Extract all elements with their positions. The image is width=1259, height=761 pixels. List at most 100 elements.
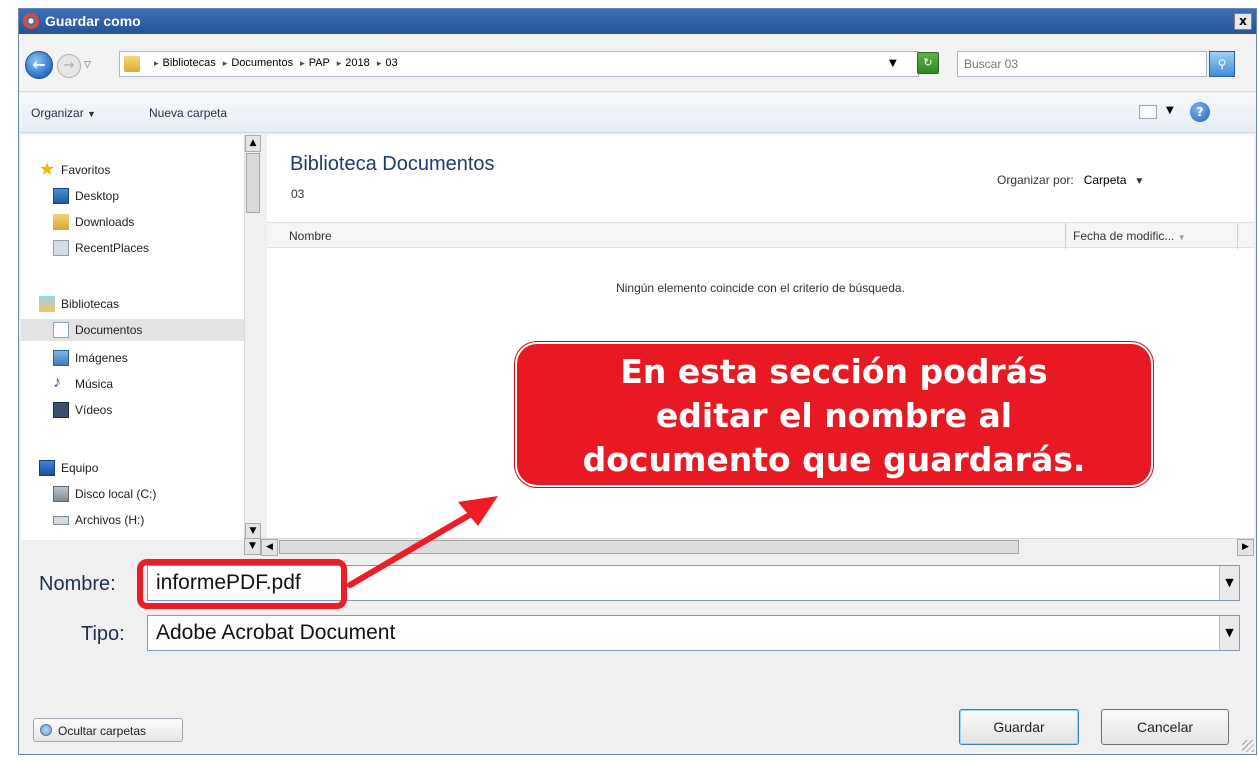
scroll-down-icon[interactable]: ▼	[244, 538, 261, 555]
address-bar[interactable]: ▸ Bibliotecas ▸ Documentos ▸ PAP ▸ 2018 ▸ 03	[119, 51, 919, 77]
sidebar-item-label: RecentPlaces	[75, 241, 150, 255]
recent-pages-dropdown[interactable]: ▽	[84, 60, 91, 70]
resize-grip-icon[interactable]	[1242, 740, 1254, 752]
chevron-down-icon: ▼	[87, 109, 96, 119]
sidebar-item-label: Disco local (C:)	[75, 487, 157, 501]
crumb-2018[interactable]: 2018	[345, 57, 369, 69]
desktop-icon	[53, 188, 69, 204]
navigation-pane: ★ Favoritos Desktop Downloads RecentPlac…	[21, 135, 261, 540]
downloads-folder-icon	[53, 214, 69, 230]
libraries-icon	[39, 296, 55, 312]
scroll-left-icon[interactable]: ◀	[261, 539, 278, 556]
column-header-name[interactable]: Nombre	[289, 229, 332, 243]
window-title: Guardar como	[45, 13, 141, 29]
library-title: Biblioteca Documentos	[290, 153, 495, 175]
pictures-icon	[53, 350, 69, 366]
sidebar-item-favoritos[interactable]: ★ Favoritos	[21, 159, 259, 181]
arrange-by-control[interactable]: Organizar por: Carpeta ▼	[997, 173, 1144, 187]
organize-label: Organizar	[31, 106, 84, 120]
refresh-button[interactable]: ↻	[917, 52, 939, 74]
column-divider[interactable]	[1237, 223, 1238, 249]
sidebar-item-label: Favoritos	[61, 163, 111, 177]
back-button[interactable]: ←	[25, 51, 53, 79]
sidebar-item-imagenes[interactable]: Imágenes	[21, 347, 259, 369]
collapse-icon	[40, 724, 52, 736]
filename-label: Nombre:	[39, 573, 116, 595]
star-icon: ★	[39, 159, 56, 179]
chevron-down-icon: ▼	[1177, 233, 1186, 242]
horizontal-scrollbar[interactable]: ◀ ▶	[261, 538, 1254, 556]
documents-icon	[53, 322, 69, 338]
organize-menu[interactable]: Organizar ▼	[31, 106, 96, 120]
sidebar-item-label: Downloads	[75, 215, 135, 229]
sidebar-item-label: Bibliotecas	[61, 297, 120, 311]
scroll-right-icon[interactable]: ▶	[1237, 539, 1254, 556]
address-dropdown[interactable]: ▼	[889, 58, 897, 69]
filetype-label: Tipo:	[81, 623, 125, 645]
sidebar-item-label: Imágenes	[75, 351, 128, 365]
chevron-down-icon: ▼	[1134, 176, 1145, 187]
sidebar-item-recentplaces[interactable]: RecentPlaces	[21, 237, 259, 259]
sidebar-item-archivos[interactable]: Archivos (H:)	[21, 509, 259, 531]
computer-icon	[39, 460, 55, 476]
annotation-line-2: editar el nombre al	[655, 396, 1013, 435]
search-icon[interactable]: ⚲	[1209, 51, 1235, 77]
column-header-row: Nombre Fecha de modific... ▼	[267, 222, 1254, 249]
sidebar-item-bibliotecas[interactable]: Bibliotecas	[21, 293, 259, 315]
recent-places-icon	[53, 240, 69, 256]
filetype-value[interactable]	[148, 616, 1218, 650]
cancel-button[interactable]: Cancelar	[1101, 709, 1229, 745]
command-bar: Organizar ▼ Nueva carpeta ▼ ?	[19, 93, 1256, 133]
hide-folders-button[interactable]: Ocultar carpetas	[33, 718, 183, 742]
crumb-pap[interactable]: PAP	[309, 57, 330, 69]
sidebar-item-documentos[interactable]: Documentos	[21, 319, 259, 341]
filetype-select[interactable]: ▼	[147, 615, 1240, 651]
chevron-right-icon: ▸	[154, 58, 159, 68]
annotation-line-3: documento que guardarás.	[582, 440, 1086, 479]
chevron-right-icon: ▸	[336, 58, 342, 68]
arrange-by-label: Organizar por:	[997, 173, 1074, 187]
annotation-callout: En esta sección podrás editar el nombre …	[515, 342, 1153, 487]
music-icon: ♪	[53, 374, 61, 391]
crumb-documentos[interactable]: Documentos	[231, 57, 293, 69]
column-header-date[interactable]: Fecha de modific... ▼	[1073, 229, 1186, 243]
crumb-03[interactable]: 03	[385, 57, 397, 69]
folder-icon	[124, 56, 140, 72]
save-button[interactable]: Guardar	[959, 709, 1079, 745]
sidebar-item-label: Archivos (H:)	[75, 513, 145, 527]
column-divider[interactable]	[1065, 223, 1066, 249]
sidebar-item-label: Equipo	[61, 461, 99, 475]
chevron-right-icon: ▸	[222, 58, 228, 68]
hide-folders-label: Ocultar carpetas	[58, 724, 147, 738]
navigation-scrollbar[interactable]: ▲ ▼	[244, 135, 261, 540]
videos-icon	[53, 402, 69, 418]
new-folder-button[interactable]: Nueva carpeta	[149, 106, 227, 120]
view-dropdown-icon[interactable]: ▼	[1166, 105, 1174, 116]
chevron-down-icon[interactable]: ▼	[1219, 616, 1239, 650]
view-options-icon[interactable]	[1139, 105, 1157, 119]
sidebar-item-musica[interactable]: ♪ Música	[21, 373, 259, 395]
crumb-bibliotecas[interactable]: Bibliotecas	[163, 57, 216, 69]
address-row: ← → ▽ ▸ Bibliotecas ▸ Documentos ▸ PAP ▸ 201…	[19, 34, 1256, 92]
drive-icon	[53, 486, 69, 502]
sidebar-item-equipo[interactable]: Equipo	[21, 457, 259, 479]
sidebar-item-desktop[interactable]: Desktop	[21, 185, 259, 207]
scroll-up-icon[interactable]: ▲	[245, 135, 261, 152]
empty-list-message: Ningún elemento coincide con el criterio…	[616, 281, 905, 295]
annotation-line-1: En esta sección podrás	[620, 352, 1048, 391]
chevron-down-icon[interactable]: ▼	[1219, 566, 1239, 600]
scroll-thumb[interactable]	[246, 153, 260, 213]
help-icon[interactable]: ?	[1190, 102, 1210, 122]
filename-highlight-box	[137, 559, 347, 609]
sidebar-item-disco-local[interactable]: Disco local (C:)	[21, 483, 259, 505]
close-button[interactable]: x	[1234, 13, 1252, 30]
sidebar-item-videos[interactable]: Vídeos	[21, 399, 259, 421]
scroll-thumb[interactable]	[279, 540, 1019, 554]
sidebar-item-label: Música	[75, 377, 114, 391]
network-drive-icon	[53, 516, 69, 525]
forward-button[interactable]: →	[57, 54, 81, 78]
sidebar-item-downloads[interactable]: Downloads	[21, 211, 259, 233]
search-input[interactable]	[958, 52, 1206, 76]
search-box	[957, 51, 1207, 77]
chevron-right-icon: ▸	[376, 58, 382, 68]
